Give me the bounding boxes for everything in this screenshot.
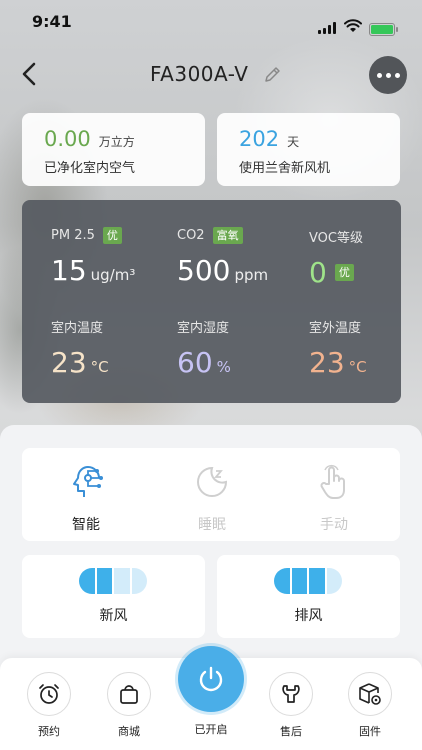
power-icon	[199, 666, 223, 692]
purified-air-card: 0.00 万立方 已净化室内空气	[22, 113, 205, 186]
usage-days-unit: 天	[287, 135, 300, 149]
status-bar: 9:41	[0, 0, 422, 44]
pm25-quality-badge: 优	[102, 227, 122, 244]
pm25-unit: ug/m³	[90, 266, 136, 284]
pm25-label: PM 2.5	[51, 228, 95, 243]
usage-days-value: 202	[239, 127, 280, 151]
indoor-humidity-label: 室内湿度	[177, 321, 230, 336]
edit-name-icon[interactable]	[263, 64, 283, 84]
purified-air-unit: 万立方	[98, 135, 135, 149]
power-status-label: 已开启	[194, 723, 228, 736]
tab-service[interactable]: 售后	[261, 672, 321, 739]
tab-service-circle	[269, 672, 313, 716]
co2-quality-badge: 富氧	[212, 227, 243, 244]
exhaust-level-indicator	[274, 568, 342, 594]
dot	[385, 72, 391, 78]
indoor-temp-label: 室内温度	[51, 321, 104, 336]
tab-firmware[interactable]: 固件	[340, 672, 400, 739]
dot	[394, 72, 400, 78]
outdoor-temp-unit: °C	[348, 358, 367, 376]
mode-manual-label: 手动	[320, 517, 348, 533]
indoor-temp-unit: °C	[90, 358, 109, 376]
wrench-icon	[282, 685, 300, 703]
moon-zz-icon	[197, 466, 228, 497]
indoor-humidity-metric: 室内湿度 60%	[177, 317, 231, 379]
voc-metric: VOC等级 0优	[309, 227, 363, 289]
mode-sleep-label: 睡眠	[198, 517, 226, 533]
more-options-button[interactable]	[369, 56, 407, 94]
indoor-temp-value: 23	[51, 346, 87, 379]
back-button[interactable]	[18, 60, 42, 88]
smart-head-icon	[73, 466, 103, 497]
mode-manual[interactable]: 手动	[294, 462, 374, 534]
tab-firmware-label: 固件	[359, 725, 381, 738]
co2-value: 500	[177, 254, 231, 287]
co2-label: CO2	[177, 228, 205, 243]
outdoor-temp-metric: 室外温度 23 °C	[309, 317, 367, 379]
page-title: FA300A-V	[150, 62, 249, 86]
tab-schedule-label: 预约	[38, 725, 60, 738]
status-time: 9:41	[32, 12, 72, 31]
fresh-air-level-indicator	[79, 568, 147, 594]
pm25-metric: PM 2.5 优 15 ug/m³	[51, 227, 135, 287]
exhaust-fan-card[interactable]: 排风	[217, 555, 400, 638]
outdoor-temp-value: 23	[309, 346, 345, 379]
fresh-air-fan-card[interactable]: 新风	[22, 555, 205, 638]
purified-air-desc: 已净化室内空气	[44, 161, 136, 176]
box-gear-icon	[359, 683, 381, 705]
voc-value: 0	[309, 256, 327, 289]
voc-quality-badge: 优	[334, 264, 354, 281]
fresh-air-label: 新风	[99, 608, 128, 624]
air-quality-panel: PM 2.5 优 15 ug/m³ CO2 富氧 500 ppm VOC等级 0优 室内…	[22, 200, 401, 403]
power-button[interactable]	[178, 646, 244, 712]
pm25-value: 15	[51, 254, 87, 287]
tab-schedule[interactable]: 预约	[19, 672, 79, 739]
indoor-humidity-value: 60	[177, 346, 213, 379]
exhaust-label: 排风	[294, 608, 323, 624]
tab-schedule-circle	[27, 672, 71, 716]
mode-smart-label: 智能	[72, 517, 100, 533]
voc-label: VOC等级	[309, 231, 363, 246]
usage-days-card: 202 天 使用兰舍新风机	[217, 113, 400, 186]
battery-icon	[369, 23, 398, 36]
purified-air-value: 0.00	[44, 127, 91, 151]
cellular-signal-icon	[318, 22, 338, 34]
mode-sleep[interactable]: 睡眠	[172, 462, 252, 534]
outdoor-temp-label: 室外温度	[309, 321, 362, 336]
indoor-temp-metric: 室内温度 23 °C	[51, 317, 109, 379]
shopping-bag-icon	[120, 685, 138, 704]
co2-unit: ppm	[234, 266, 269, 284]
hand-tap-icon	[320, 464, 345, 499]
tab-shop[interactable]: 商城	[99, 672, 159, 739]
co2-metric: CO2 富氧 500 ppm	[177, 227, 268, 287]
mode-smart[interactable]: 智能	[46, 462, 126, 534]
wifi-icon	[344, 19, 362, 32]
tab-shop-circle	[107, 672, 151, 716]
tab-service-label: 售后	[280, 725, 302, 738]
tab-shop-label: 商城	[118, 725, 140, 738]
indoor-humidity-unit: %	[216, 358, 231, 376]
alarm-clock-icon	[39, 684, 59, 704]
mode-selector: 智能 睡眠 手动	[22, 448, 400, 541]
dot	[376, 72, 382, 78]
tab-firmware-circle	[348, 672, 392, 716]
usage-days-desc: 使用兰舍新风机	[239, 161, 331, 176]
device-title-bar: FA300A-V	[150, 62, 283, 86]
